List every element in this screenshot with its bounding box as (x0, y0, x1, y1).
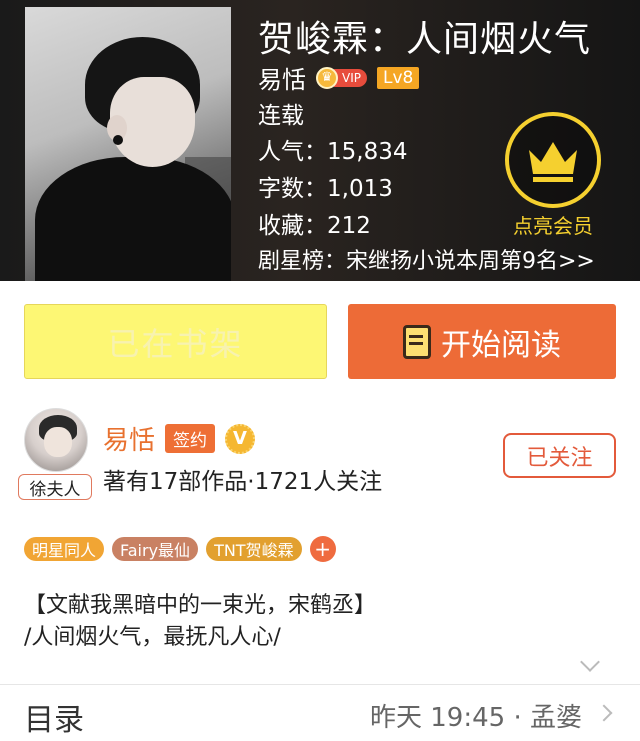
toc-last-update: 昨天 19:45 · 孟婆 (370, 703, 582, 733)
tag-list: 明星同人 Fairy最仙 TNT贺峻霖 + (24, 536, 336, 562)
table-of-contents-row[interactable]: 目录 昨天 19:45 · 孟婆 (0, 685, 640, 741)
toc-label: 目录 (24, 703, 84, 738)
crown-icon: ♛ (316, 66, 338, 89)
member-button[interactable]: 点亮会员 (498, 112, 608, 242)
member-crown-icon (505, 112, 601, 208)
avatar-tag: 徐夫人 (18, 474, 92, 500)
book-word-count: 字数：1,013 (258, 176, 393, 202)
book-header: 贺峻霖：人间烟火气 易恬 ♛ VIP Lv8 连载 人气：15,834 字数：1… (0, 0, 640, 281)
chevron-right-icon (595, 704, 613, 722)
book-favorites: 收藏：212 (258, 213, 371, 239)
book-cover-image[interactable] (25, 7, 231, 281)
book-icon (403, 324, 431, 359)
description-line-2: /人间烟火气，最抚凡人心/ (24, 625, 281, 650)
signed-badge: 签约 (165, 424, 216, 453)
verified-v-icon: V (225, 423, 256, 454)
cover-figure-body (35, 157, 231, 281)
vip-label: VIP (334, 68, 367, 87)
author-name[interactable]: 易恬 (258, 60, 306, 95)
cover-figure-earring (113, 135, 123, 145)
author-meta: 著有17部作品·1721人关注 (103, 469, 383, 495)
start-reading-button[interactable]: 开始阅读 (348, 304, 616, 379)
author-avatar[interactable] (24, 408, 88, 472)
tag-item[interactable]: TNT贺峻霖 (206, 537, 302, 561)
avatar-face (44, 427, 72, 457)
tag-item[interactable]: Fairy最仙 (112, 537, 199, 561)
expand-chevron-down-icon[interactable] (580, 652, 600, 672)
book-status: 连载 (258, 103, 304, 129)
in-shelf-button[interactable]: 已在书架 (24, 304, 327, 379)
book-title: 贺峻霖：人间烟火气 (258, 19, 592, 60)
vip-badge: ♛ VIP (316, 66, 367, 90)
book-description[interactable]: 【文献我黑暗中的一束光，宋鹤丞】 /人间烟火气，最抚凡人心/ (24, 590, 376, 654)
author-card-name[interactable]: 易恬 (103, 420, 155, 457)
level-badge: Lv8 (376, 66, 420, 89)
author-card-header: 易恬 签约 V (103, 420, 256, 457)
description-line-1: 【文献我黑暗中的一束光，宋鹤丞】 (24, 593, 377, 618)
rank-link[interactable]: 剧星榜：宋继扬小说本周第9名>> (258, 243, 595, 275)
book-popularity: 人气：15,834 (258, 139, 408, 165)
followed-button[interactable]: 已关注 (503, 433, 616, 478)
author-row: 易恬 ♛ VIP Lv8 (258, 60, 420, 95)
add-tag-plus-icon[interactable]: + (309, 536, 336, 562)
member-label: 点亮会员 (513, 214, 593, 238)
tag-item[interactable]: 明星同人 (24, 537, 105, 561)
start-reading-label: 开始阅读 (441, 327, 561, 363)
